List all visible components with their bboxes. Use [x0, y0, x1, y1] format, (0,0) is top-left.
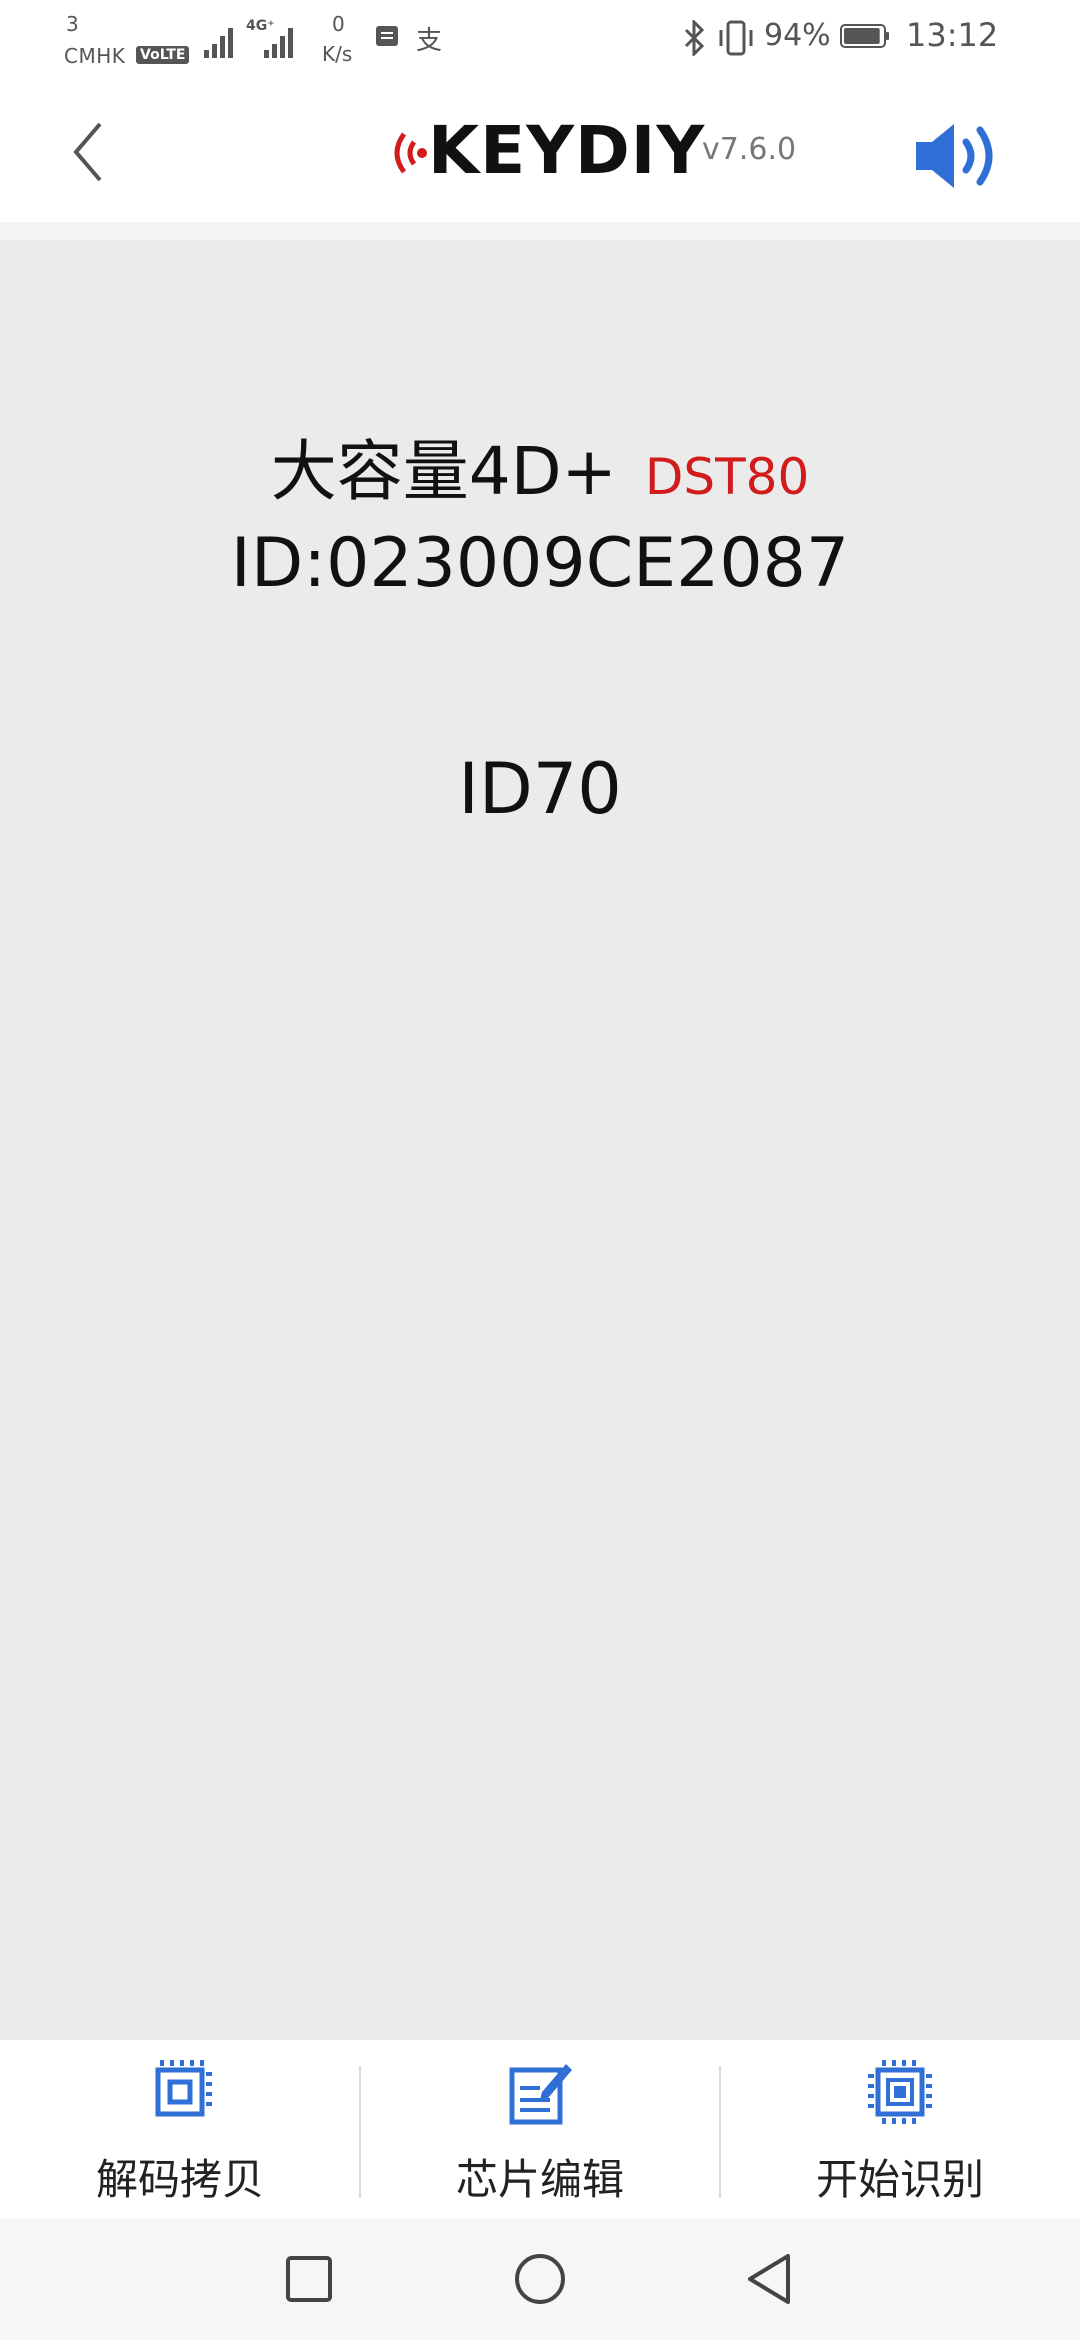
- battery-icon: [840, 24, 889, 48]
- volte-badge: VoLTE: [136, 46, 190, 64]
- recents-button[interactable]: [274, 2244, 344, 2314]
- battery-percent: 94%: [764, 18, 831, 53]
- network-speed-value: 0: [332, 12, 345, 36]
- vibrate-icon: [719, 20, 753, 56]
- app-header: KEYDIY v7.6.0: [0, 80, 1080, 222]
- home-button[interactable]: [505, 2244, 575, 2314]
- nav-back-button[interactable]: [736, 2244, 806, 2314]
- chip-model: DST80: [644, 448, 810, 506]
- network-speed-unit: K/s: [322, 42, 353, 66]
- start-identify-icon: [868, 2060, 932, 2124]
- chip-info-panel: 大容量4D+ DST80 ID:023009CE2087 ID70: [0, 240, 1080, 2030]
- circle-home-icon: [515, 2254, 565, 2304]
- signal-strength-icon-2: [264, 28, 293, 58]
- sim-slot-label: 3: [66, 12, 79, 36]
- tab-label-decode-copy: 解码拷贝: [95, 2155, 264, 2204]
- bluetooth-icon: [684, 20, 705, 56]
- tab-label-chip-edit: 芯片编辑: [455, 2155, 624, 2204]
- status-right-group: 94% 13:12: [680, 12, 1040, 68]
- signal-strength-icon: [204, 28, 233, 58]
- alipay-icon: 支: [416, 26, 443, 56]
- app-version: v7.6.0: [702, 132, 797, 167]
- chip-edit-icon: [509, 2064, 572, 2125]
- carrier-label: CMHK: [64, 44, 126, 68]
- clock-time: 13:12: [906, 16, 999, 54]
- tab-decode-copy[interactable]: 解码拷贝: [0, 2040, 360, 2218]
- tab-start-identify[interactable]: 开始识别: [720, 2040, 1080, 2218]
- brand-logo: KEYDIY v7.6.0: [388, 112, 808, 192]
- chevron-left-icon: [73, 122, 102, 182]
- speaker-icon: [916, 124, 993, 188]
- chip-id: ID:023009CE2087: [230, 524, 850, 603]
- chip-title-row: 大容量4D+ DST80: [0, 418, 1080, 510]
- back-button[interactable]: [60, 112, 120, 192]
- decode-copy-icon: [155, 2060, 212, 2117]
- status-left-group: 3 CMHK VoLTE 4G⁺ 0 K/s 支: [64, 8, 484, 72]
- tab-label-start-identify: 开始识别: [815, 2155, 984, 2204]
- sound-toggle-button[interactable]: [910, 118, 1010, 194]
- status-bar: 3 CMHK VoLTE 4G⁺ 0 K/s 支 94% 13:12: [0, 0, 1080, 80]
- system-nav-bar: [0, 2218, 1080, 2340]
- chip-type: ID70: [458, 748, 622, 830]
- signal-waves-icon: [394, 132, 427, 174]
- square-recents-icon: [286, 2256, 332, 2302]
- header-divider: [0, 222, 1080, 240]
- triangle-back-icon: [748, 2254, 790, 2304]
- bottom-tab-bar: 解码拷贝 芯片编辑 开始识别: [0, 2040, 1080, 2218]
- message-icon: [376, 26, 398, 46]
- brand-name: KEYDIY: [428, 112, 706, 189]
- tab-chip-edit[interactable]: 芯片编辑: [360, 2040, 720, 2218]
- chip-title: 大容量4D+: [270, 433, 617, 510]
